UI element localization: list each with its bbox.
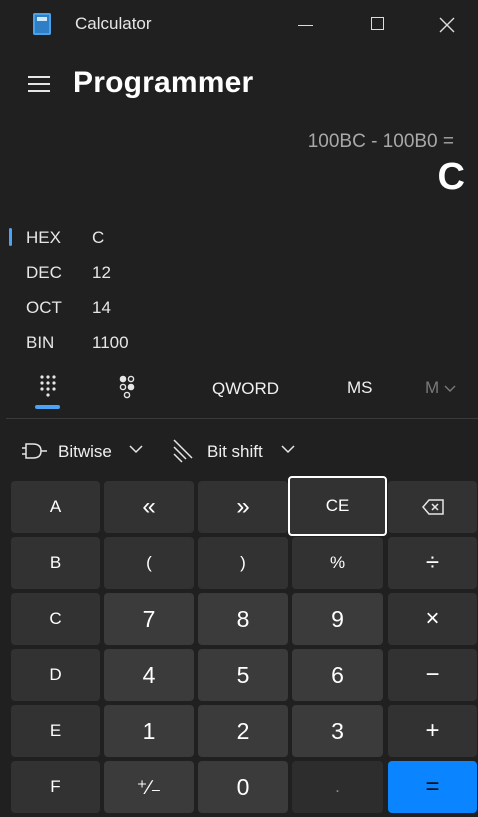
right-shift-symbol: » xyxy=(236,493,250,520)
memory-list-label: M xyxy=(425,378,440,397)
radix-value: C xyxy=(92,228,105,247)
radix-value: 1100 xyxy=(92,333,129,352)
open-paren-button[interactable]: ( xyxy=(104,537,194,589)
radix-label: OCT xyxy=(26,298,62,317)
digit-1-button[interactable]: 1 xyxy=(104,705,194,757)
word-size-button[interactable]: QWORD xyxy=(212,379,279,399)
backspace-button[interactable] xyxy=(388,481,477,533)
page-title: Programmer xyxy=(73,66,254,99)
digit-6-button[interactable]: 6 xyxy=(292,649,383,701)
hex-d-button[interactable]: D xyxy=(11,649,100,701)
divide-symbol: ÷ xyxy=(425,549,440,576)
close-button[interactable] xyxy=(427,8,467,42)
digit-0-button[interactable]: 0 xyxy=(198,761,288,813)
hex-e-button[interactable]: E xyxy=(11,705,100,757)
subtract-button[interactable]: − xyxy=(388,649,477,701)
plus-symbol: + xyxy=(425,717,440,744)
chevron-down-icon xyxy=(281,445,295,454)
clear-entry-button[interactable]: CE xyxy=(288,476,387,536)
navigation-menu-button[interactable] xyxy=(26,72,52,96)
logic-gate-icon xyxy=(22,443,47,459)
decimal-button[interactable]: . xyxy=(292,761,383,813)
close-icon xyxy=(439,17,455,33)
expression-display: 100BC - 100B0 = xyxy=(307,131,454,152)
multiply-symbol: × xyxy=(425,605,440,632)
memory-list-button[interactable]: M xyxy=(425,378,456,398)
digit-9-button[interactable]: 9 xyxy=(292,593,383,645)
equals-symbol: = xyxy=(425,773,440,800)
divider xyxy=(6,418,478,419)
equals-button[interactable]: = xyxy=(388,761,477,813)
full-keypad-tab[interactable] xyxy=(35,373,61,399)
title-bar: Calculator xyxy=(0,0,478,50)
maximize-button[interactable] xyxy=(358,8,398,42)
chevron-down-icon xyxy=(129,445,143,454)
radix-label: BIN xyxy=(26,333,55,352)
negate-symbol: ⁺∕₋ xyxy=(136,776,162,799)
bitwise-label: Bitwise xyxy=(58,442,112,461)
radix-row-dec[interactable]: DEC 12 xyxy=(0,259,200,289)
digit-8-button[interactable]: 8 xyxy=(198,593,288,645)
digit-2-button[interactable]: 2 xyxy=(198,705,288,757)
left-shift-button[interactable]: « xyxy=(104,481,194,533)
hex-b-button[interactable]: B xyxy=(11,537,100,589)
calculator-app-icon xyxy=(33,13,51,35)
right-shift-button[interactable]: » xyxy=(198,481,288,533)
window-title: Calculator xyxy=(75,14,152,33)
multiply-button[interactable]: × xyxy=(388,593,477,645)
radix-row-bin[interactable]: BIN 1100 xyxy=(0,329,200,359)
hex-a-button[interactable]: A xyxy=(11,481,100,533)
result-display: C xyxy=(437,156,465,198)
divide-button[interactable]: ÷ xyxy=(388,537,477,589)
radix-label: HEX xyxy=(26,228,61,247)
bit-flip-icon xyxy=(119,375,135,399)
radix-label: DEC xyxy=(26,263,62,282)
radix-row-oct[interactable]: OCT 14 xyxy=(0,294,200,324)
digit-4-button[interactable]: 4 xyxy=(104,649,194,701)
radix-value: 14 xyxy=(92,298,111,317)
close-paren-button[interactable]: ) xyxy=(198,537,288,589)
negate-button[interactable]: ⁺∕₋ xyxy=(104,761,194,813)
left-shift-symbol: « xyxy=(142,493,156,520)
memory-store-button[interactable]: MS xyxy=(347,378,373,398)
backspace-icon xyxy=(421,499,444,515)
keypad-grid-icon xyxy=(40,375,56,397)
digit-3-button[interactable]: 3 xyxy=(292,705,383,757)
selected-indicator xyxy=(9,228,12,246)
minimize-button[interactable] xyxy=(285,8,325,42)
digit-5-button[interactable]: 5 xyxy=(198,649,288,701)
chevron-down-icon xyxy=(444,385,456,392)
bit-toggling-keypad-tab[interactable] xyxy=(115,373,141,399)
digit-7-button[interactable]: 7 xyxy=(104,593,194,645)
minus-symbol: − xyxy=(425,661,440,688)
hex-f-button[interactable]: F xyxy=(11,761,100,813)
active-tab-indicator xyxy=(35,405,60,409)
radix-row-hex[interactable]: HEX C xyxy=(0,224,200,254)
percent-button[interactable]: % xyxy=(292,537,383,589)
add-button[interactable]: + xyxy=(388,705,477,757)
keypad-toolbar: QWORD MS M xyxy=(0,365,478,415)
radix-value: 12 xyxy=(92,263,111,282)
bit-shift-icon xyxy=(173,439,193,463)
hex-c-button[interactable]: C xyxy=(11,593,100,645)
bit-shift-label: Bit shift xyxy=(207,442,263,461)
